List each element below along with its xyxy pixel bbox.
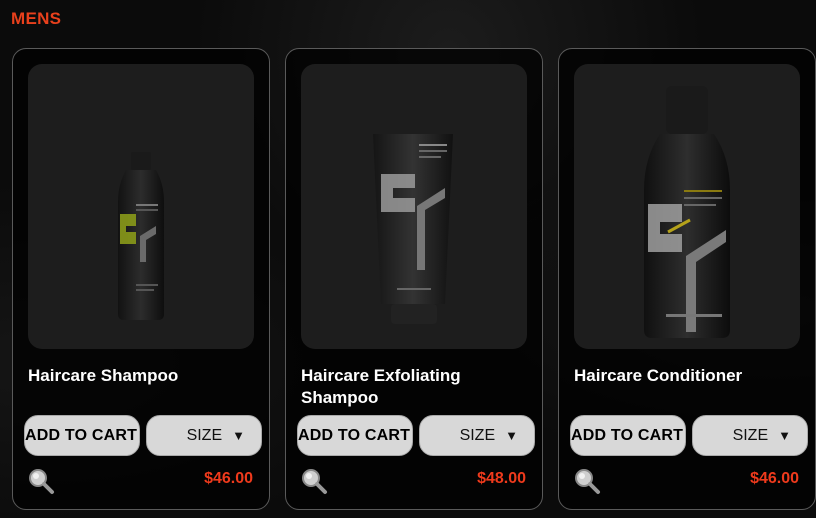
product-image[interactable]: [28, 64, 254, 349]
product-price: $48.00: [477, 470, 526, 487]
size-select[interactable]: SIZE ▼: [692, 415, 808, 456]
size-label: SIZE: [186, 426, 223, 444]
product-name[interactable]: Haircare Exfoliating Shampoo: [301, 365, 527, 409]
size-label: SIZE: [459, 426, 496, 444]
conditioner-bottle-image: [644, 86, 730, 338]
product-price: $46.00: [204, 470, 253, 487]
product-image[interactable]: [574, 64, 800, 349]
size-select[interactable]: SIZE ▼: [146, 415, 262, 456]
size-select[interactable]: SIZE ▼: [419, 415, 535, 456]
product-name[interactable]: Haircare Conditioner: [574, 365, 800, 387]
exfoliating-tube-image: [373, 134, 453, 324]
product-card: Haircare Conditioner ADD TO CART SIZE ▼ …: [558, 48, 816, 510]
magnifier-icon[interactable]: [27, 467, 55, 495]
product-name[interactable]: Haircare Shampoo: [28, 365, 254, 387]
product-image[interactable]: [301, 64, 527, 349]
add-to-cart-button[interactable]: ADD TO CART: [297, 415, 413, 456]
chevron-down-icon: ▼: [232, 428, 245, 443]
magnifier-icon[interactable]: [573, 467, 601, 495]
add-to-cart-button[interactable]: ADD TO CART: [24, 415, 140, 456]
chevron-down-icon: ▼: [505, 428, 518, 443]
chevron-down-icon: ▼: [778, 428, 791, 443]
section-title: MENS: [11, 9, 62, 28]
product-card: Haircare Shampoo ADD TO CART SIZE ▼ $46.…: [12, 48, 270, 510]
magnifier-icon[interactable]: [300, 467, 328, 495]
shampoo-bottle-image: [118, 152, 164, 320]
size-label: SIZE: [732, 426, 769, 444]
add-to-cart-button[interactable]: ADD TO CART: [570, 415, 686, 456]
product-price: $46.00: [750, 470, 799, 487]
product-card: Haircare Exfoliating Shampoo ADD TO CART…: [285, 48, 543, 510]
